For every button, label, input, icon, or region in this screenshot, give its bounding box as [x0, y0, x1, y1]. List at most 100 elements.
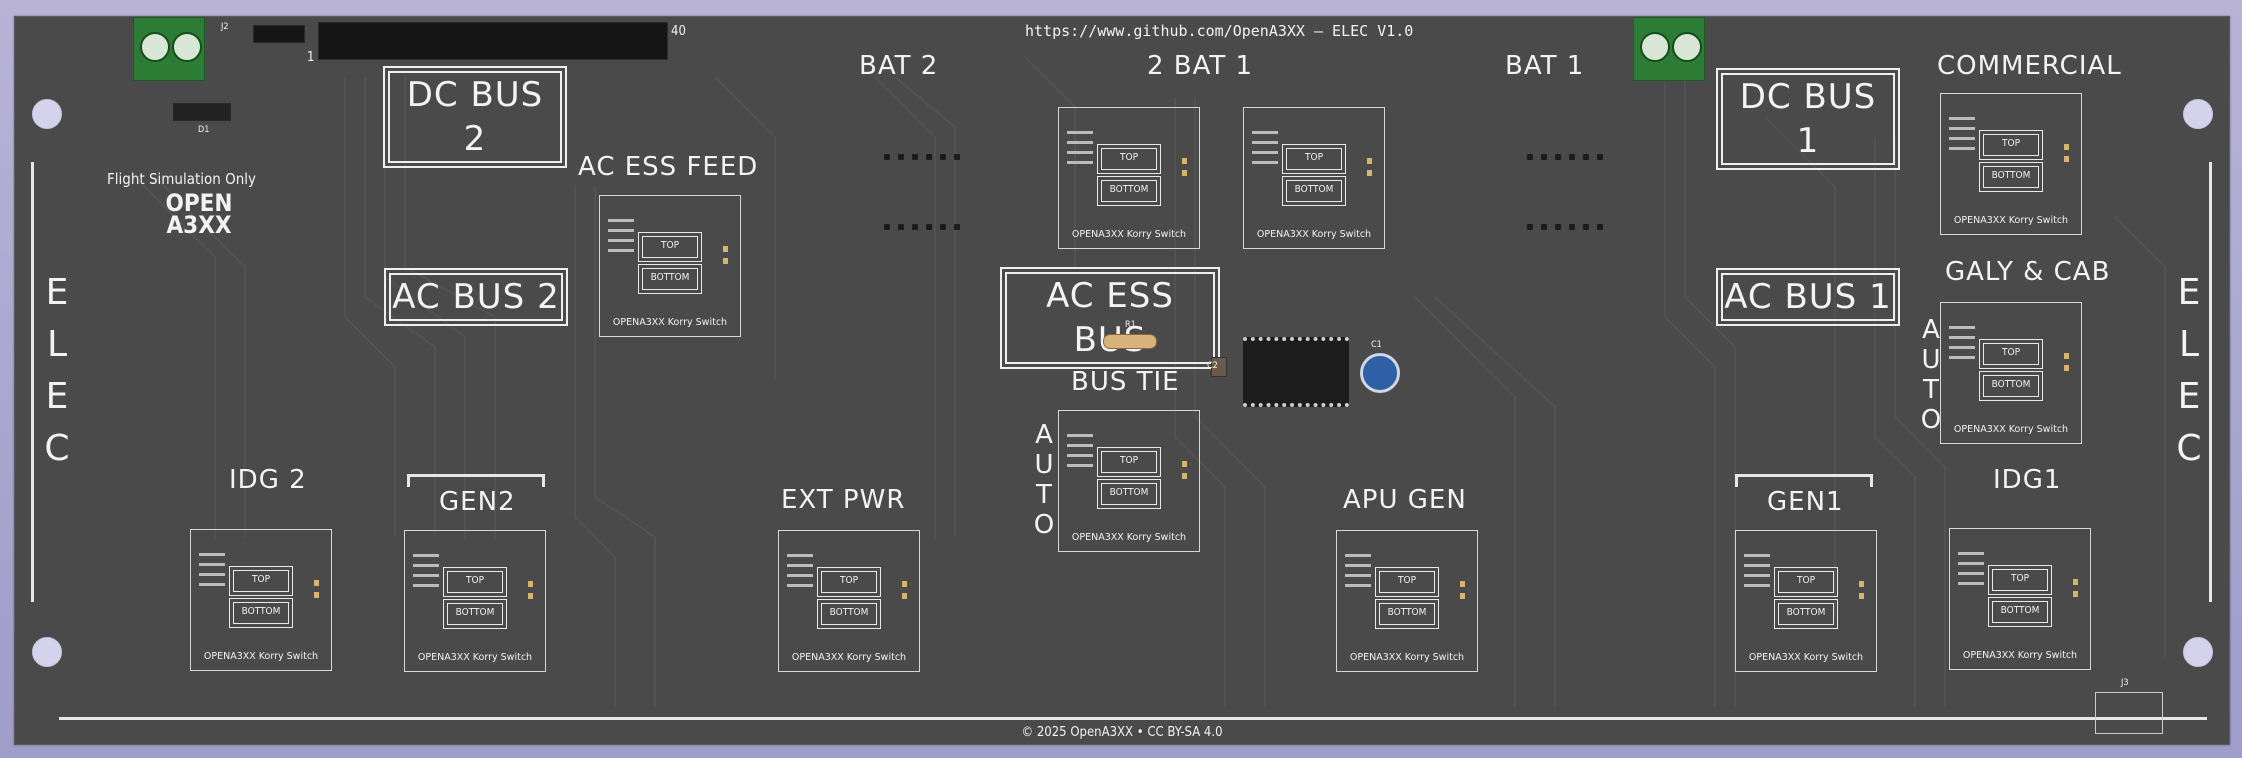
pin1-label: 1 [307, 50, 315, 65]
pin40-label: 40 [671, 24, 686, 39]
switch-top-label: TOP [642, 236, 698, 258]
ac-ess-bus-label: AC ESS BUS [1000, 267, 1220, 369]
switch-caption: OPENA3XX Korry Switch [791, 652, 907, 663]
switch-bottom-label: BOTTOM [1983, 166, 2039, 188]
switch-caption: OPENA3XX Korry Switch [612, 317, 728, 328]
title-gen2: GEN2 [439, 487, 516, 517]
sim-note: Flight Simulation Only [107, 170, 257, 188]
switch-bottom-label: BOTTOM [1992, 601, 2048, 623]
switch-bottom-label: BOTTOM [233, 602, 289, 624]
j3-label: J3 [2121, 678, 2129, 688]
gen1-bracket [1735, 474, 1873, 487]
switch-top-label: TOP [1983, 134, 2039, 156]
capacitor-c1 [1360, 353, 1400, 393]
terminal-block-right [1633, 17, 1705, 81]
switch-top-label: TOP [1992, 569, 2048, 591]
title-ac-ess-feed: AC ESS FEED [578, 152, 759, 182]
switch-top-label: TOP [1983, 343, 2039, 365]
title-apu-gen: APU GEN [1343, 485, 1467, 515]
switch-caption: OPENA3XX Korry Switch [1962, 650, 2078, 661]
switch-caption: OPENA3XX Korry Switch [1071, 229, 1187, 240]
switch-caption: OPENA3XX Korry Switch [1071, 532, 1187, 543]
switch-top-label: TOP [1101, 148, 1157, 170]
switch-caption: OPENA3XX Korry Switch [1953, 424, 2069, 435]
korry-switch-idg1[interactable]: TOP BOTTOM OPENA3XX Korry Switch [1949, 528, 2091, 670]
korry-switch-ac-ess-feed[interactable]: TOP BOTTOM OPENA3XX Korry Switch [599, 195, 741, 337]
title-gen1: GEN1 [1767, 487, 1844, 517]
switch-bottom-label: BOTTOM [642, 268, 698, 290]
gen2-bracket [407, 474, 545, 487]
openA3xx-logo: OPEN A3XX [165, 189, 233, 239]
korry-switch-bus-tie[interactable]: TOP BOTTOM OPENA3XX Korry Switch [1058, 410, 1200, 552]
switch-caption: OPENA3XX Korry Switch [1349, 652, 1465, 663]
pcb-board: ELEC ELEC © 2025 OpenA3XX • CC BY-SA 4.0… [14, 16, 2230, 745]
mount-hole [2183, 99, 2213, 129]
korry-switch-gen2[interactable]: TOP BOTTOM OPENA3XX Korry Switch [404, 530, 546, 672]
title-idg2: IDG 2 [229, 465, 307, 495]
switch-caption: OPENA3XX Korry Switch [1748, 652, 1864, 663]
switch-bottom-label: BOTTOM [821, 603, 877, 625]
side-line-left [31, 162, 34, 602]
switch-bottom-label: BOTTOM [1778, 603, 1834, 625]
d1-label: D1 [198, 125, 210, 135]
korry-switch-galy-cab[interactable]: TOP BOTTOM OPENA3XX Korry Switch [1940, 302, 2082, 444]
small-header [253, 25, 305, 43]
title-bat-middle: 2 BAT 1 [1147, 51, 1254, 81]
c1-label: C1 [1371, 340, 1382, 350]
dc-bus-1-label: DC BUS 1 [1716, 68, 1900, 170]
header-40pin [318, 22, 668, 60]
r1-label: R1 [1125, 320, 1136, 330]
switch-top-label: TOP [821, 571, 877, 593]
korry-switch-ext-pwr[interactable]: TOP BOTTOM OPENA3XX Korry Switch [778, 530, 920, 672]
korry-switch-bat1[interactable]: TOP BOTTOM OPENA3XX Korry Switch [1243, 107, 1385, 249]
terminal-block-left [133, 17, 205, 81]
title-commercial: COMMERCIAL [1937, 51, 2122, 81]
switch-top-label: TOP [1286, 148, 1342, 170]
mount-hole [2183, 637, 2213, 667]
switch-bottom-label: BOTTOM [1101, 180, 1157, 202]
switch-caption: OPENA3XX Korry Switch [203, 651, 319, 662]
c2-label: C2 [1207, 361, 1218, 371]
switch-bottom-label: BOTTOM [447, 603, 503, 625]
korry-switch-bat2[interactable]: TOP BOTTOM OPENA3XX Korry Switch [1058, 107, 1200, 249]
url-text: https://www.github.com/OpenA3XX — ELEC V… [1025, 22, 1414, 40]
switch-top-label: TOP [447, 571, 503, 593]
pad-row [1527, 145, 1611, 164]
switch-caption: OPENA3XX Korry Switch [417, 652, 533, 663]
elec-label-left: ELEC [44, 272, 70, 469]
auto-label-bus-tie: AUTO [1033, 420, 1055, 540]
j2-label: J2 [221, 22, 229, 32]
korry-switch-gen1[interactable]: TOP BOTTOM OPENA3XX Korry Switch [1735, 530, 1877, 672]
title-ext-pwr: EXT PWR [781, 485, 906, 515]
connector-j3 [2095, 692, 2163, 734]
title-bus-tie: BUS TIE [1071, 367, 1180, 397]
pad-row [1527, 215, 1611, 234]
ac-bus-2-label: AC BUS 2 [384, 268, 568, 326]
switch-top-label: TOP [1778, 571, 1834, 593]
title-idg1: IDG1 [1993, 465, 2062, 495]
switch-caption: OPENA3XX Korry Switch [1953, 215, 2069, 226]
ic-chip [1243, 337, 1349, 407]
switch-top-label: TOP [1101, 451, 1157, 473]
title-bat2: BAT 2 [859, 51, 939, 81]
switch-caption: OPENA3XX Korry Switch [1256, 229, 1372, 240]
switch-bottom-label: BOTTOM [1983, 375, 2039, 397]
korry-switch-commercial[interactable]: TOP BOTTOM OPENA3XX Korry Switch [1940, 93, 2082, 235]
mount-hole [32, 637, 62, 667]
korry-switch-idg2[interactable]: TOP BOTTOM OPENA3XX Korry Switch [190, 529, 332, 671]
korry-switch-apu-gen[interactable]: TOP BOTTOM OPENA3XX Korry Switch [1336, 530, 1478, 672]
pad-row [884, 145, 968, 164]
switch-top-label: TOP [1379, 571, 1435, 593]
bottom-line [59, 717, 2207, 720]
footer-text: © 2025 OpenA3XX • CC BY-SA 4.0 [1021, 725, 1223, 740]
mount-hole [32, 99, 62, 129]
switch-bottom-label: BOTTOM [1286, 180, 1342, 202]
side-line-right [2209, 162, 2212, 602]
pad-row [884, 215, 968, 234]
switch-top-label: TOP [233, 570, 289, 592]
switch-bottom-label: BOTTOM [1101, 483, 1157, 505]
title-galy-cab: GALY & CAB [1945, 257, 2111, 287]
title-bat1: BAT 1 [1505, 51, 1585, 81]
elec-label-right: ELEC [2176, 272, 2202, 469]
resistor-r1 [1103, 334, 1157, 349]
